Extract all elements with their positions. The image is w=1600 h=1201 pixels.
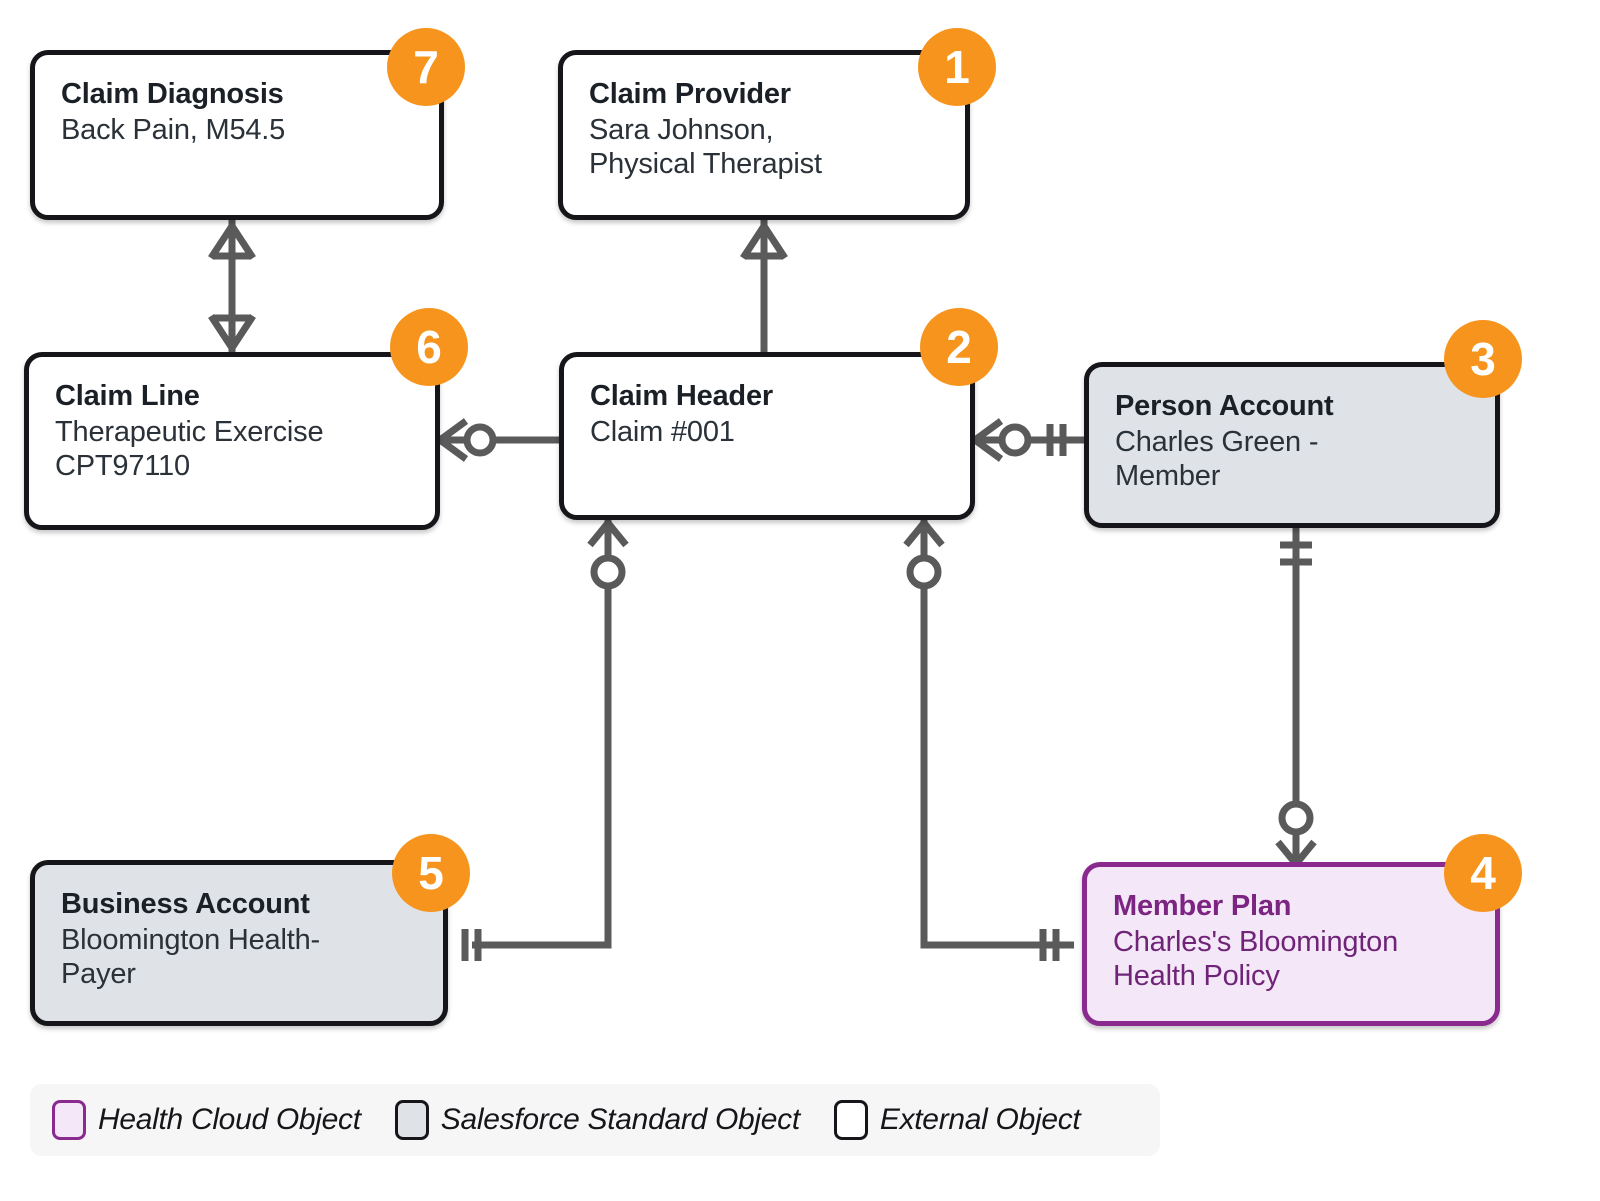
crowsfoot-header-bottomleft [587,520,629,548]
crowsfoot-header-right [972,418,1004,462]
notation-exactly-one-business-right [461,929,482,961]
node-title: Claim Diagnosis [61,78,284,110]
circle-header-bottomleft [590,554,626,590]
legend: Health Cloud Object Salesforce Standard … [30,1084,1160,1156]
badge-2: 2 [920,308,998,386]
legend-label: Health Cloud Object [98,1103,361,1136]
circle-claimline-right [463,423,497,457]
node-subtitle: Back Pain, M54.5 [61,114,286,147]
node-claim-line[interactable]: Claim Line Therapeutic Exercise CPT97110 [24,352,440,530]
crowsfoot-memberplan-top [1275,839,1317,867]
er-diagram-canvas: Claim Diagnosis Back Pain, M54.5 7 Claim… [0,0,1600,1201]
notation-exactly-one-memberplan-left [1039,929,1060,961]
notation-exactly-one-person-bottom [1280,541,1312,566]
node-business-account[interactable]: Business Account Bloomington Health- Paye… [30,860,448,1026]
legend-swatch-standard-icon [394,1100,429,1140]
crowsfoot-claimline-right [437,418,469,462]
badge-7: 7 [387,28,465,106]
circle-header-right [998,423,1032,457]
crowsfoot-header-bottomright [903,520,945,548]
node-claim-provider[interactable]: Claim Provider Sara Johnson, Physical The… [558,50,970,220]
legend-label: External Object [879,1103,1081,1136]
node-title: Claim Provider [589,78,791,110]
node-person-account[interactable]: Person Account Charles Green - Member [1084,362,1500,528]
node-subtitle: Charles Green - Member [1115,426,1319,493]
notation-one-or-many-claimline-top [208,314,256,350]
node-claim-header[interactable]: Claim Header Claim #001 [559,352,975,520]
badge-6: 6 [390,308,468,386]
badge-5: 5 [392,834,470,912]
node-title: Claim Header [590,380,773,412]
legend-swatch-health-cloud-icon [52,1100,86,1140]
legend-item-salesforce-standard: Salesforce Standard Object [394,1100,800,1140]
node-claim-diagnosis[interactable]: Claim Diagnosis Back Pain, M54.5 [30,50,444,220]
circle-header-bottomright [906,554,942,590]
node-subtitle: Bloomington Health- Payer [61,924,320,991]
notation-one-or-many-diagnosis [208,224,256,260]
badge-1: 1 [918,28,996,106]
notation-exactly-one-person-left [1046,424,1067,456]
legend-item-health-cloud: Health Cloud Object [52,1100,361,1140]
node-member-plan[interactable]: Member Plan Charles's Bloomington Health … [1082,862,1500,1026]
node-title: Person Account [1115,390,1334,422]
legend-label: Salesforce Standard Object [440,1103,800,1136]
node-title: Business Account [61,888,310,920]
legend-item-external: External Object [833,1100,1081,1140]
node-title: Claim Line [55,380,200,412]
badge-3: 3 [1444,320,1522,398]
badge-4: 4 [1444,834,1522,912]
link-header-business [472,520,612,949]
node-subtitle: Therapeutic Exercise CPT97110 [55,416,324,483]
node-title: Member Plan [1113,890,1292,922]
node-subtitle: Claim #001 [590,416,735,449]
notation-one-or-many-provider [740,224,788,260]
circle-memberplan-top [1278,800,1314,836]
node-subtitle: Sara Johnson, Physical Therapist [589,114,822,181]
node-subtitle: Charles's Bloomington Health Policy [1113,926,1399,993]
link-header-memberplan [920,520,1074,949]
legend-swatch-external-icon [833,1100,868,1140]
